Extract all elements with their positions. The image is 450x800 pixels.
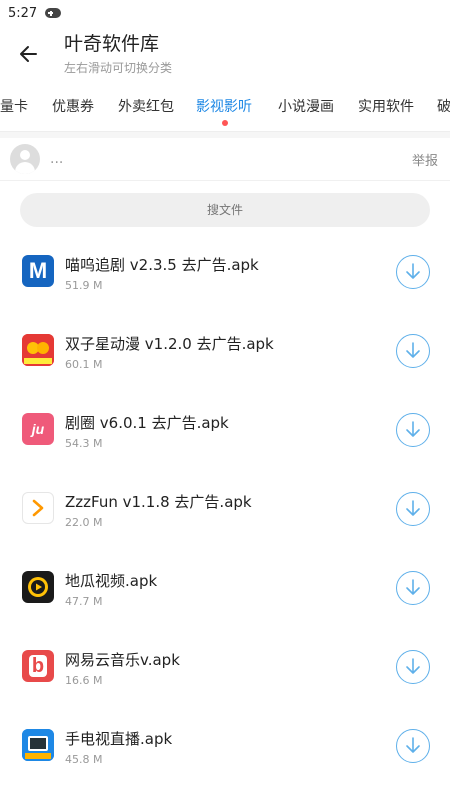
file-name: 双子星动漫 v1.2.0 去广告.apk	[65, 335, 274, 353]
file-size: 51.9 M	[65, 279, 103, 292]
search-input[interactable]	[20, 193, 430, 227]
file-name: ZzzFun v1.1.8 去广告.apk	[65, 493, 252, 511]
list-item[interactable]: ju 剧圈 v6.0.1 去广告.apk 54.3 M	[0, 391, 450, 470]
file-size: 47.7 M	[65, 595, 103, 608]
user-row: ... 举报	[0, 132, 450, 180]
download-icon	[406, 500, 420, 516]
tab-takeout[interactable]: 外卖红包	[118, 96, 174, 116]
back-button[interactable]	[14, 40, 42, 68]
file-name: 剧圈 v6.0.1 去广告.apk	[65, 414, 229, 432]
tv-live-app-icon	[22, 729, 54, 761]
active-tab-indicator	[222, 120, 228, 126]
miaowu-app-icon: M	[22, 255, 54, 287]
tab-crack[interactable]: 破	[437, 96, 450, 116]
gamepad-icon	[45, 8, 62, 18]
list-item[interactable]: M 喵呜追剧 v2.3.5 去广告.apk 51.9 M	[0, 233, 450, 312]
back-arrow-icon	[20, 46, 37, 62]
file-size: 60.1 M	[65, 358, 103, 371]
download-button[interactable]	[396, 334, 430, 368]
list-item[interactable]: 双子星动漫 v1.2.0 去广告.apk 60.1 M	[0, 312, 450, 391]
file-size: 54.3 M	[65, 437, 103, 450]
report-button[interactable]: 举报	[412, 150, 438, 169]
avatar[interactable]	[10, 144, 40, 174]
file-size: 22.0 M	[65, 516, 103, 529]
download-icon	[406, 263, 420, 279]
tab-liangka[interactable]: 量卡	[0, 96, 28, 116]
download-button[interactable]	[396, 729, 430, 763]
download-button[interactable]	[396, 413, 430, 447]
file-list: M 喵呜追剧 v2.3.5 去广告.apk 51.9 M 双子星动漫 v1.2.…	[0, 233, 450, 786]
netease-music-app-icon: b	[22, 650, 54, 682]
tab-coupons[interactable]: 优惠券	[52, 96, 94, 116]
download-icon	[406, 737, 420, 753]
file-size: 45.8 M	[65, 753, 103, 766]
file-name: 地瓜视频.apk	[65, 572, 158, 590]
download-button[interactable]	[396, 571, 430, 605]
tab-utilities[interactable]: 实用软件	[358, 96, 414, 116]
download-icon	[406, 342, 420, 358]
tab-video-audio[interactable]: 影视影听	[196, 96, 252, 116]
app-bar: 叶奇软件库 左右滑动可切换分类	[0, 26, 450, 86]
juquan-app-icon: ju	[22, 413, 54, 445]
download-button[interactable]	[396, 650, 430, 684]
download-icon	[406, 421, 420, 437]
tab-novel-comic[interactable]: 小说漫画	[278, 96, 334, 116]
download-button[interactable]	[396, 492, 430, 526]
user-name: ...	[50, 151, 64, 167]
list-item[interactable]: ZzzFun v1.1.8 去广告.apk 22.0 M	[0, 470, 450, 549]
download-icon	[406, 579, 420, 595]
download-icon	[406, 658, 420, 674]
shuangzixing-app-icon	[22, 334, 54, 366]
zzzfun-app-icon	[22, 492, 54, 524]
file-name: 喵呜追剧 v2.3.5 去广告.apk	[65, 256, 259, 274]
status-bar: 5:27	[0, 0, 450, 26]
status-time: 5:27	[8, 5, 38, 21]
page-title: 叶奇软件库	[64, 33, 160, 55]
list-item[interactable]: 地瓜视频.apk 47.7 M	[0, 549, 450, 628]
file-name: 手电视直播.apk	[65, 730, 173, 748]
list-item[interactable]: 手电视直播.apk 45.8 M	[0, 707, 450, 786]
digua-app-icon	[22, 571, 54, 603]
page-subtitle: 左右滑动可切换分类	[64, 61, 173, 75]
download-button[interactable]	[396, 255, 430, 289]
list-item[interactable]: b 网易云音乐v.apk 16.6 M	[0, 628, 450, 707]
file-name: 网易云音乐v.apk	[65, 651, 180, 669]
file-size: 16.6 M	[65, 674, 103, 687]
